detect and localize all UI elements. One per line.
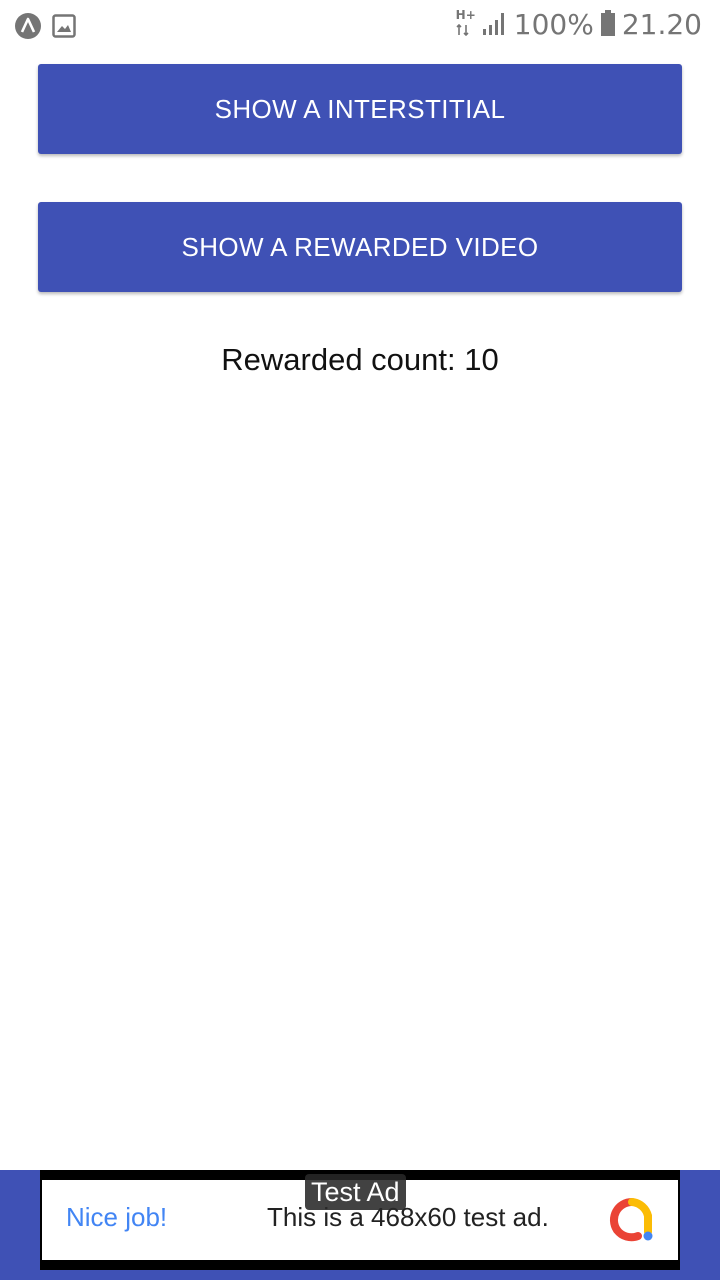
test-ad-badge: Test Ad [305,1174,406,1210]
data-arrows-icon: H+ [455,7,476,40]
rewarded-count-text: Rewarded count: 10 [221,342,499,377]
ad-headline[interactable]: Nice job! [66,1202,167,1233]
status-bar-notifications [14,12,76,44]
network-type: H+ [455,7,476,22]
battery-percent: 100% [513,8,594,41]
image-notification-icon [52,13,76,43]
status-bar: H+ 100% 21.20 [0,0,720,52]
signal-icon [482,10,508,40]
battery-icon [600,9,616,41]
admob-logo-icon[interactable] [608,1196,656,1244]
show-interstitial-button[interactable]: SHOW A INTERSTITIAL [38,64,682,154]
show-rewarded-video-button[interactable]: SHOW A REWARDED VIDEO [38,202,682,292]
status-bar-system: H+ 100% 21.20 [456,8,702,41]
status-time: 21.20 [621,8,702,41]
app-notification-icon [14,12,42,44]
